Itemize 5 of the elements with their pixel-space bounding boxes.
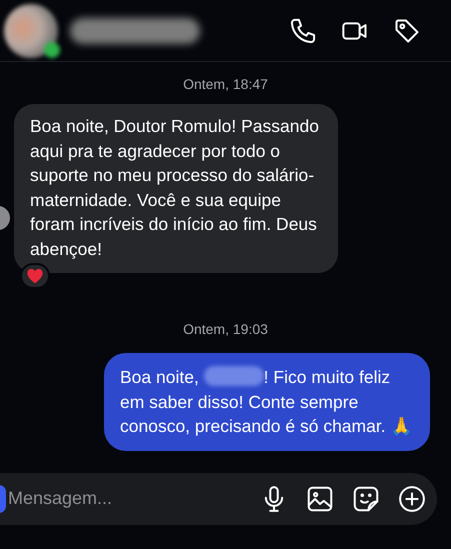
sent-message: Boa noite, ! Fico muito feliz em saber disso! Conte sempre conosco, precisando é só chamar. 🙏 <box>104 353 430 450</box>
timestamp: Ontem, 18:47 <box>182 75 269 94</box>
received-message: Boa noite, Doutor Romulo! Passando aqui pra te agradecer por todo o suporte no meu processo do salário-maternidade. Você e sua equipe foram incríveis do início ao fim. Deus abençoe! <box>14 104 338 273</box>
message-input[interactable]: Mensagem... <box>8 485 158 512</box>
timestamp: Ontem, 19:03 <box>182 320 269 339</box>
